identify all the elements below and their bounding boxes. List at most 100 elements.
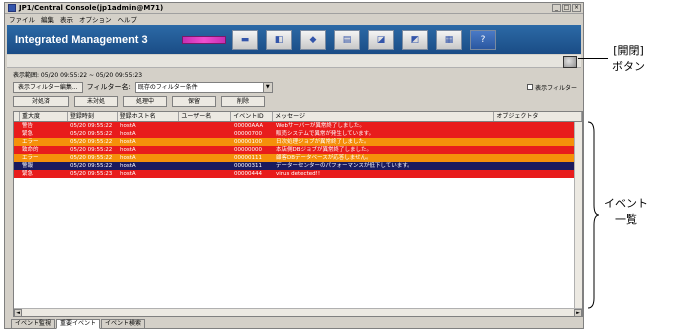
event-list[interactable]: 重大度 登録時刻 登録ホスト名 ユーザー名 イベントID メッセージ オブジェク… (13, 111, 583, 317)
table-row[interactable]: エラー 05/20 09:55:22 hostA 00000111 顧客DBデー… (14, 154, 582, 162)
header-object[interactable]: オブジェクトタ (494, 112, 582, 121)
view-tabs: イベント監視 重要イベント イベント検索 (11, 319, 146, 329)
table-row[interactable]: 緊急 05/20 09:55:22 hostA 00000700 販売システムで… (14, 130, 582, 138)
message-cell: 販売システムで異常が発生しています。 (276, 131, 375, 137)
time-cell: 05/20 09:55:22 (70, 163, 113, 169)
processing-button[interactable]: 処理中 (123, 96, 167, 107)
event-list-callout: イベント 一覧 (604, 197, 648, 226)
header-severity[interactable]: 重大度 (20, 112, 68, 121)
minimize-button[interactable]: _ (552, 4, 561, 12)
open-close-callout: [開閉] ボタン (612, 44, 645, 73)
event-id-cell: 00000AAA (234, 123, 264, 129)
banner: Integrated Management 3 ▬ ◧ ◆ ▤ ◪ ◩ ▦ ? (7, 25, 581, 54)
display-filter-toggle[interactable]: 表示フィルター (527, 83, 577, 92)
user-cell (180, 170, 232, 178)
severity-cell: 緊急 (22, 131, 34, 137)
hold-button[interactable]: 保留 (172, 96, 216, 107)
scroll-left-icon[interactable]: ◄ (14, 309, 22, 316)
event-id-cell: 00000311 (234, 163, 262, 169)
handled-button[interactable]: 対処済 (13, 96, 69, 107)
banner-toolbar: ▬ ◧ ◆ ▤ ◪ ◩ ▦ ? (232, 29, 496, 50)
filter-select[interactable]: 既存のフィルター条件 ▼ (134, 81, 273, 93)
toggle-strip (7, 55, 581, 68)
host-cell: hostA (120, 123, 136, 129)
tab-event-monitor[interactable]: イベント監視 (11, 319, 56, 329)
user-cell (180, 130, 232, 138)
user-cell (180, 162, 232, 170)
menu-options[interactable]: オプション (79, 14, 112, 24)
menu-bar: ファイル 編集 表示 オプション ヘルプ (5, 14, 583, 24)
window-icon[interactable]: ▦ (436, 29, 462, 50)
host-cell: hostA (120, 131, 136, 137)
header-host[interactable]: 登録ホスト名 (118, 112, 180, 121)
time-cell: 05/20 09:55:22 (70, 139, 113, 145)
callout-line (578, 58, 608, 59)
table-row[interactable]: 警告 05/20 09:55:22 hostA 00000AAA Webサーバー… (14, 122, 582, 130)
document-icon[interactable]: ◧ (266, 29, 292, 50)
chevron-down-icon[interactable]: ▼ (262, 82, 272, 92)
host-cell: hostA (120, 163, 136, 169)
menu-file[interactable]: ファイル (9, 14, 35, 24)
filter-select-value: 既存のフィルター条件 (137, 83, 198, 91)
vertical-scrollbar[interactable] (574, 122, 582, 308)
severity-cell: 致命的 (22, 147, 39, 153)
event-list-header: 重大度 登録時刻 登録ホスト名 ユーザー名 イベントID メッセージ オブジェク… (14, 112, 582, 122)
event-list-brace (587, 121, 600, 309)
time-cell: 05/20 09:55:23 (70, 171, 113, 177)
time-cell: 05/20 09:55:22 (70, 131, 113, 137)
open-close-button[interactable] (563, 56, 577, 68)
table-row[interactable]: 致命的 05/20 09:55:22 hostA 00000000 本店側DBジ… (14, 146, 582, 154)
menu-help[interactable]: ヘルプ (118, 14, 138, 24)
header-time[interactable]: 登録時刻 (68, 112, 118, 121)
table-row[interactable]: 緊急 05/20 09:55:23 hostA 00000444 virus d… (14, 170, 582, 178)
event-id-cell: 00000444 (234, 171, 262, 177)
message-cell: 日次処理ジョブが異常終了しました。 (276, 139, 370, 145)
close-button[interactable]: × (572, 4, 581, 12)
time-cell: 05/20 09:55:22 (70, 147, 113, 153)
time-cell: 05/20 09:55:22 (70, 123, 113, 129)
host-cell: hostA (120, 147, 136, 153)
tab-important-events[interactable]: 重要イベント (56, 319, 101, 329)
display-filter-label: 表示フィルター (535, 84, 577, 92)
sheet-icon[interactable]: ▤ (334, 29, 360, 50)
window-title: JP1/Central Console(jp1admin@M71) (19, 4, 164, 12)
user-cell (180, 122, 232, 130)
message-cell: Webサーバーが異常終了しました。 (276, 123, 365, 129)
delete-button[interactable]: 削除 (221, 96, 265, 107)
display-filter-checkbox[interactable] (527, 84, 534, 90)
horizontal-scrollbar[interactable]: ◄ ► (14, 308, 582, 316)
event-id-cell: 00000100 (234, 139, 262, 145)
message-cell: virus detected!! (276, 171, 321, 177)
host-cell: hostA (120, 139, 136, 145)
time-cell: 05/20 09:55:22 (70, 155, 113, 161)
filter-name-label: フィルター名: (86, 83, 131, 91)
tab-event-search[interactable]: イベント検索 (101, 319, 146, 329)
unhandled-button[interactable]: 未対処 (74, 96, 118, 107)
event-id-cell: 00000000 (234, 147, 262, 153)
header-message[interactable]: メッセージ (273, 112, 495, 121)
event-id-cell: 00000700 (234, 131, 262, 137)
monitor-icon[interactable]: ▬ (232, 29, 258, 50)
table-row[interactable]: 警報 05/20 09:55:22 hostA 00000311 データーセンタ… (14, 162, 582, 170)
severity-cell: エラー (22, 139, 39, 145)
status-indicator (182, 35, 226, 44)
action-buttons: 対処済 未対処 処理中 保留 削除 (13, 96, 265, 108)
severity-cell: 緊急 (22, 171, 34, 177)
app-window: JP1/Central Console(jp1admin@M71) _ □ × … (4, 2, 584, 329)
host-cell: hostA (120, 171, 136, 177)
chart-icon[interactable]: ◩ (402, 29, 428, 50)
severity-cell: 警報 (22, 163, 34, 169)
menu-edit[interactable]: 編集 (41, 14, 54, 24)
edit-filter-button[interactable]: 表示フィルター編集... (13, 81, 83, 93)
folder-icon[interactable]: ◪ (368, 29, 394, 50)
header-event-id[interactable]: イベントID (231, 112, 274, 121)
menu-view[interactable]: 表示 (60, 14, 73, 24)
help-icon[interactable]: ? (470, 29, 496, 50)
maximize-button[interactable]: □ (562, 4, 571, 12)
diamond-icon[interactable]: ◆ (300, 29, 326, 50)
table-row[interactable]: エラー 05/20 09:55:22 hostA 00000100 日次処理ジョ… (14, 138, 582, 146)
user-cell (180, 138, 232, 146)
scroll-right-icon[interactable]: ► (574, 309, 582, 316)
header-user[interactable]: ユーザー名 (179, 112, 232, 121)
app-icon (8, 4, 16, 12)
